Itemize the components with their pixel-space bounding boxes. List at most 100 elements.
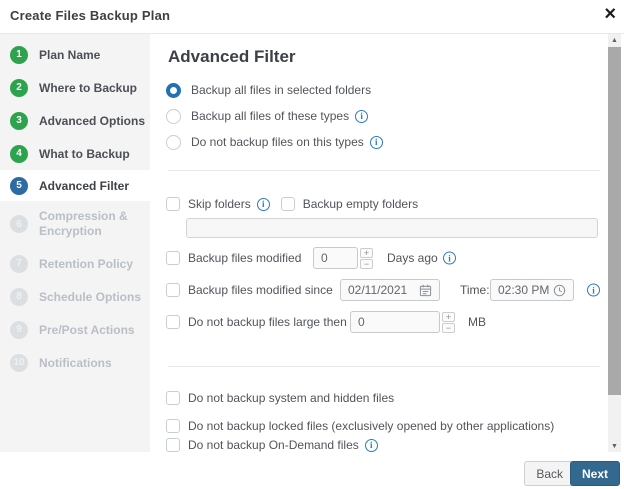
- skip-folders-row: Skip folders i Backup empty folders: [150, 193, 600, 215]
- time-value: 02:30 PM: [498, 283, 550, 297]
- divider: [168, 366, 600, 367]
- dialog-title: Create Files Backup Plan: [10, 8, 171, 23]
- radio-do-not-backup-types[interactable]: [166, 134, 181, 150]
- close-icon[interactable]: ×: [604, 1, 616, 27]
- sidebar-item-label: What to Backup: [39, 146, 130, 161]
- advanced-filter-panel: Advanced Filter Backup all files in sele…: [150, 34, 608, 452]
- spinner-up-icon[interactable]: +: [360, 247, 373, 258]
- clock-icon: [553, 284, 566, 296]
- sidebar-item-where-to-backup[interactable]: 2 Where to Backup: [0, 71, 150, 104]
- radio-label[interactable]: Backup all files of these types: [191, 109, 349, 123]
- spinner-up-icon[interactable]: +: [442, 311, 455, 322]
- do-not-backup-locked-checkbox[interactable]: [166, 419, 180, 433]
- sidebar-item-advanced-options[interactable]: 3 Advanced Options: [0, 104, 150, 137]
- sidebar-item-label: Compression & Encryption: [39, 209, 128, 238]
- info-icon[interactable]: i: [587, 283, 600, 297]
- info-icon[interactable]: i: [364, 438, 378, 452]
- sidebar-item-schedule-options: 8 Schedule Options: [0, 280, 150, 313]
- checkbox-label[interactable]: Do not backup system and hidden files: [188, 391, 394, 405]
- checkbox-label[interactable]: Backup empty folders: [303, 197, 418, 211]
- vertical-scrollbar[interactable]: ▲ ▼: [608, 34, 621, 452]
- sidebar-item-compression-encryption: 6 Compression & Encryption: [0, 201, 150, 247]
- radio-label[interactable]: Do not backup files on this types: [191, 135, 364, 149]
- sidebar-item-label: Schedule Options: [39, 289, 142, 304]
- sidebar-item-label: Advanced Filter: [39, 178, 130, 193]
- backup-empty-folders-checkbox[interactable]: [280, 197, 295, 211]
- info-icon[interactable]: i: [256, 197, 270, 211]
- scrollbar-thumb[interactable]: [608, 47, 621, 395]
- info-icon[interactable]: i: [355, 109, 369, 123]
- on-demand-row: Do not backup On-Demand files i: [150, 434, 600, 452]
- sidebar-item-label: Plan Name: [39, 47, 101, 62]
- wizard-sidebar: 1 Plan Name 2 Where to Backup 3 Advanced…: [0, 34, 150, 452]
- dialog-footer: Back Next: [0, 452, 624, 489]
- backup-files-modified-since-checkbox[interactable]: [166, 283, 180, 297]
- sidebar-item-pre-post-actions: 9 Pre/Post Actions: [0, 313, 150, 346]
- radio-backup-all-files[interactable]: [166, 82, 181, 98]
- do-not-backup-on-demand-checkbox[interactable]: [166, 438, 180, 452]
- days-input-group: + −: [313, 247, 373, 269]
- step-number-badge: 10: [10, 353, 28, 372]
- checkbox-label[interactable]: Do not backup files large then: [188, 315, 347, 329]
- dialog-header: Create Files Backup Plan ×: [0, 0, 624, 34]
- next-button[interactable]: Next: [569, 461, 620, 486]
- step-number-badge: 7: [10, 254, 28, 273]
- size-input[interactable]: [350, 311, 440, 333]
- number-spinner: + −: [360, 247, 373, 269]
- step-number-badge: 2: [10, 78, 28, 97]
- checkbox-label[interactable]: Backup files modified since: [188, 283, 333, 297]
- radio-label[interactable]: Backup all files in selected folders: [191, 83, 371, 97]
- radio-row-backup-all: Backup all files in selected folders: [150, 79, 600, 101]
- info-icon[interactable]: i: [443, 251, 456, 265]
- scroll-down-icon[interactable]: ▼: [608, 440, 621, 452]
- sidebar-item-label: Pre/Post Actions: [39, 322, 135, 337]
- sidebar-item-plan-name[interactable]: 1 Plan Name: [0, 38, 150, 71]
- size-input-group: + −: [350, 311, 455, 333]
- step-number-badge: 8: [10, 287, 28, 306]
- sidebar-item-label: Advanced Options: [39, 113, 146, 128]
- sidebar-item-advanced-filter[interactable]: 5 Advanced Filter: [0, 170, 150, 201]
- page-title: Advanced Filter: [168, 47, 296, 66]
- mb-label: MB: [468, 315, 486, 329]
- system-hidden-row: Do not backup system and hidden files: [150, 387, 600, 409]
- spinner-down-icon[interactable]: −: [442, 322, 455, 333]
- number-spinner: + −: [442, 311, 455, 333]
- sidebar-item-label: Notifications: [39, 355, 112, 370]
- sidebar-item-what-to-backup[interactable]: 4 What to Backup: [0, 137, 150, 170]
- step-number-badge: 9: [10, 320, 28, 339]
- step-number-badge: 6: [10, 215, 28, 233]
- checkbox-label[interactable]: Do not backup locked files (exclusively …: [188, 419, 554, 433]
- days-ago-label: Days ago: [387, 251, 438, 265]
- checkbox-label[interactable]: Skip folders: [188, 197, 251, 211]
- sidebar-item-retention-policy: 7 Retention Policy: [0, 247, 150, 280]
- spinner-down-icon[interactable]: −: [360, 258, 373, 269]
- checkbox-label[interactable]: Do not backup On-Demand files: [188, 438, 359, 452]
- step-number-badge: 5: [10, 176, 28, 195]
- skip-folders-input[interactable]: [186, 218, 598, 238]
- modified-since-row: Backup files modified since 02/11/2021 T…: [150, 279, 600, 301]
- do-not-backup-large-checkbox[interactable]: [166, 315, 180, 329]
- divider: [168, 170, 600, 171]
- radio-row-backup-types: Backup all files of these types i: [150, 105, 600, 127]
- sidebar-item-label: Where to Backup: [39, 80, 138, 95]
- step-number-badge: 1: [10, 45, 28, 64]
- time-label: Time:: [460, 283, 490, 297]
- sidebar-item-notifications: 10 Notifications: [0, 346, 150, 379]
- calendar-icon: [419, 284, 432, 296]
- scroll-up-icon[interactable]: ▲: [608, 34, 621, 46]
- checkbox-label[interactable]: Backup files modified: [188, 251, 301, 265]
- backup-files-modified-checkbox[interactable]: [166, 251, 180, 265]
- date-input[interactable]: 02/11/2021: [340, 279, 440, 301]
- days-input[interactable]: [313, 247, 358, 269]
- date-value: 02/11/2021: [348, 283, 408, 297]
- skip-folders-checkbox[interactable]: [166, 197, 180, 211]
- radio-backup-these-types[interactable]: [166, 108, 181, 124]
- info-icon[interactable]: i: [369, 135, 383, 149]
- back-button[interactable]: Back: [524, 461, 575, 486]
- step-number-badge: 3: [10, 111, 28, 130]
- do-not-backup-system-checkbox[interactable]: [166, 391, 180, 405]
- radio-row-exclude-types: Do not backup files on this types i: [150, 131, 600, 153]
- modified-days-row: Backup files modified + − Days ago i: [150, 247, 600, 269]
- time-input[interactable]: 02:30 PM: [490, 279, 574, 301]
- step-number-badge: 4: [10, 144, 28, 163]
